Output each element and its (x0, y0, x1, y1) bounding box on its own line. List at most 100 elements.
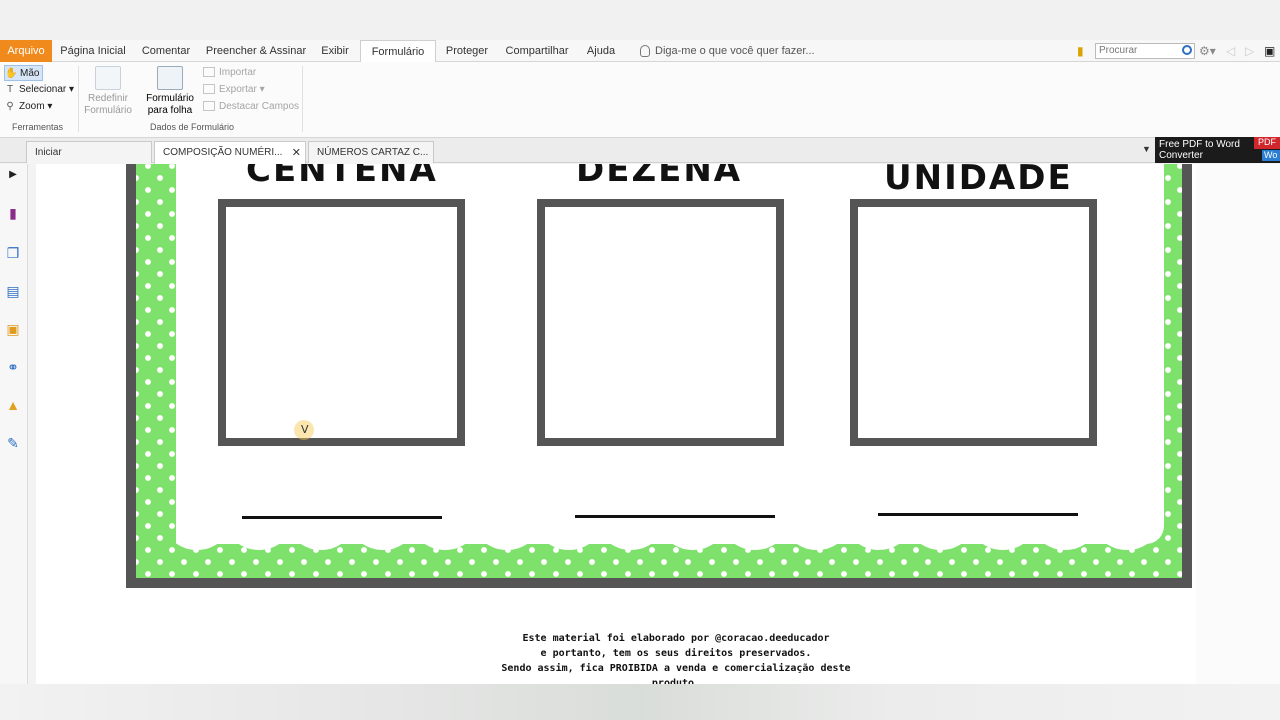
scallop (414, 520, 476, 550)
scallop (1034, 520, 1096, 550)
unidade-answer-box (850, 199, 1097, 446)
scallop (972, 520, 1034, 550)
scallop (290, 520, 352, 550)
tab-iniciar[interactable]: Iniciar (26, 141, 152, 163)
tab-preencher-assinar[interactable]: Preencher & Assinar (204, 40, 308, 62)
tab-pagina-inicial[interactable]: Página Inicial (56, 40, 130, 62)
bottom-strip (0, 684, 1280, 720)
tell-me-box[interactable]: Diga-me o que você quer fazer... (640, 40, 815, 62)
layers-icon[interactable]: ▤ (4, 282, 22, 300)
search-icon[interactable] (1182, 45, 1192, 55)
menu-bar: Arquivo Página Inicial Comentar Preenche… (0, 40, 1280, 63)
scallop (176, 520, 228, 550)
attachment-icon[interactable]: ⚭ (4, 358, 22, 376)
tab-compartilhar[interactable]: Compartilhar (502, 40, 572, 62)
user-icon[interactable]: ▣ (1264, 44, 1275, 58)
import-icon (203, 67, 215, 78)
centena-write-line (242, 516, 442, 519)
export-icon (203, 84, 215, 95)
reset-form-label: Redefinir Formulário (84, 93, 132, 116)
navigation-panel: ▶ ▮ ❐ ▤ ▣ ⚭ ▲ ✎ (0, 164, 28, 684)
checkbox-icon (203, 101, 215, 112)
zoom-icon: ⚲ (6, 101, 14, 112)
heading-dezena: DEZENA (576, 164, 743, 190)
footer-line-1: Este material foi elaborado por @coracao… (522, 633, 830, 644)
highlight-fields-label: Destacar Campos (219, 101, 300, 112)
tab-arquivo[interactable]: Arquivo (0, 40, 52, 62)
tab-exibir[interactable]: Exibir (316, 40, 354, 62)
zoom-tool-label: Zoom (19, 101, 45, 112)
tab-proteger[interactable]: Proteger (440, 40, 494, 62)
export-button[interactable]: Exportar ▾ (203, 83, 265, 97)
scallop (848, 520, 910, 550)
select-tool-button[interactable]: T Selecionar ▾ (4, 82, 74, 98)
form-to-sheet-icon (157, 66, 183, 90)
folder-search-icon[interactable]: ▮ (1077, 44, 1084, 58)
scallop (476, 520, 538, 550)
expand-panel-arrow-icon[interactable]: ▶ (4, 166, 22, 184)
tab-ajuda[interactable]: Ajuda (580, 40, 622, 62)
tab-numeros-label: NÚMEROS CARTAZ C... (317, 147, 429, 158)
gear-icon[interactable]: ⚙▾ (1199, 44, 1216, 58)
tab-composicao-numerica[interactable]: COMPOSIÇÃO NUMÉRI... ✕ (154, 141, 306, 164)
comments-icon[interactable]: ▣ (4, 320, 22, 338)
reset-form-icon (95, 66, 121, 90)
word-badge: Wo (1262, 150, 1280, 161)
scallop (352, 520, 414, 550)
form-to-sheet-button[interactable]: Formulário para folha (140, 66, 200, 117)
import-button[interactable]: Importar (203, 66, 256, 80)
forward-arrow-icon[interactable]: ▷ (1245, 44, 1254, 58)
hand-icon: ✋ (5, 68, 18, 79)
select-tool-label: Selecionar (19, 84, 67, 95)
scallop (662, 520, 724, 550)
zoom-tool-button[interactable]: ⚲ Zoom ▾ (4, 99, 52, 115)
tab-list-chevron-down-icon[interactable]: ▼ (1142, 144, 1151, 154)
form-to-sheet-label: Formulário para folha (146, 93, 194, 116)
heading-unidade: UNIDADE (884, 164, 1073, 198)
bookmark-icon[interactable]: ▮ (4, 204, 22, 222)
tell-me-text: Diga-me o que você quer fazer... (655, 45, 815, 57)
lock-icon[interactable]: ▲ (4, 396, 22, 414)
centena-answer-box (218, 199, 465, 446)
ribbon: ✋ Mão T Selecionar ▾ ⚲ Zoom ▾ Ferramentas R… (0, 62, 1280, 138)
import-label: Importar (219, 67, 257, 78)
footer-line-2: e portanto, tem os seus direitos preserv… (540, 648, 812, 659)
text-cursor-icon: Ⅴ (301, 424, 309, 436)
scallop (538, 520, 600, 550)
tab-numeros-cartaz[interactable]: NÚMEROS CARTAZ C... (308, 141, 434, 163)
highlight-fields-checkbox[interactable]: Destacar Campos (203, 100, 299, 114)
ribbon-separator (78, 66, 79, 132)
ribbon-separator (302, 66, 303, 132)
scallop (786, 520, 848, 550)
heading-centena: CENTENA (246, 164, 438, 190)
copyright-notice: Este material foi elaborado por @coracao… (436, 631, 916, 684)
tab-formulario[interactable]: Formulário (360, 40, 436, 63)
search-input[interactable]: Procurar (1095, 43, 1195, 59)
scallop (600, 520, 662, 550)
ad-banner[interactable]: Free PDF to Word Converter PDF Wo (1155, 137, 1280, 163)
dezena-write-line (575, 515, 775, 518)
footer-line-4: produto. (651, 678, 701, 684)
signature-icon[interactable]: ✎ (4, 434, 22, 452)
scallop (228, 520, 290, 550)
lightbulb-icon (640, 45, 650, 58)
scallop (724, 520, 786, 550)
search-placeholder: Procurar (1099, 45, 1138, 56)
reset-form-button[interactable]: Redefinir Formulário (82, 66, 134, 117)
export-label: Exportar (219, 84, 257, 95)
tab-comentar[interactable]: Comentar (138, 40, 194, 62)
back-arrow-icon[interactable]: ◁ (1226, 44, 1235, 58)
hand-tool-button[interactable]: ✋ Mão (4, 65, 44, 81)
close-icon[interactable]: ✕ (292, 142, 301, 164)
scallop (910, 520, 972, 550)
pages-icon[interactable]: ❐ (4, 244, 22, 262)
pdf-editor-window: Arquivo Página Inicial Comentar Preenche… (0, 0, 1280, 720)
dezena-answer-box (537, 199, 784, 446)
footer-line-3: Sendo assim, fica PROIBIDA a venda e com… (501, 663, 851, 674)
document-view[interactable]: CENTENA DEZENA UNIDADE Ⅴ Este material f… (36, 164, 1196, 684)
tools-group-label: Ferramentas (12, 122, 64, 132)
title-strip (0, 0, 1280, 40)
hand-tool-label: Mão (20, 68, 40, 79)
right-gutter (1196, 164, 1280, 684)
pdf-badge: PDF (1254, 137, 1280, 149)
